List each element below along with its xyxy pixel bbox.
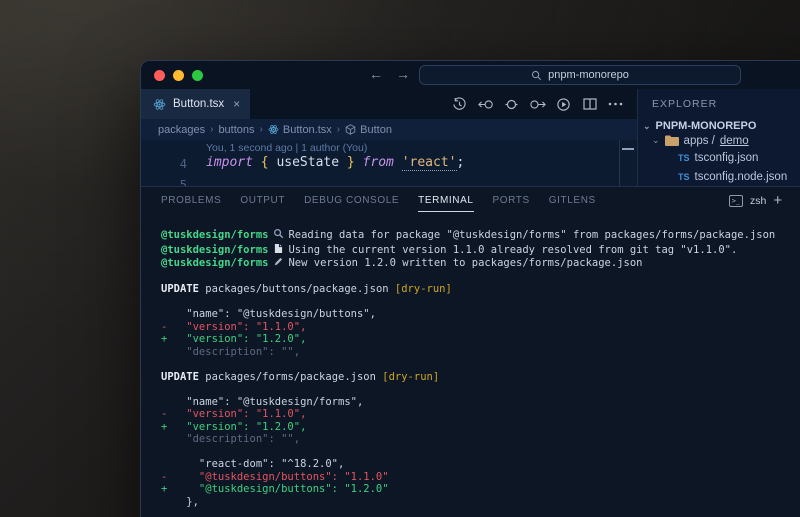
panel-tab-terminal[interactable]: TERMINAL: [418, 187, 473, 214]
explorer-header: EXPLORER: [638, 89, 800, 119]
line-number: 4: [169, 157, 187, 171]
chevron-down-icon: ⌄: [643, 121, 651, 132]
minimap[interactable]: [619, 140, 637, 186]
editor-actions: [451, 89, 637, 119]
terminal-line: UPDATE packages/buttons/package.json [dr…: [161, 283, 800, 296]
line-number: 5: [169, 178, 187, 186]
new-terminal-button[interactable]: +: [773, 192, 782, 209]
terminal-line: - "version": "1.1.0",: [161, 321, 800, 334]
minimize-window-button[interactable]: [173, 70, 184, 81]
play-circle-icon[interactable]: [555, 96, 572, 113]
nav-back-icon[interactable]: ←: [369, 66, 383, 82]
panel-tab-ports[interactable]: PORTS: [493, 187, 530, 214]
terminal-line: - "@tuskdesign/buttons": "1.1.0": [161, 471, 800, 484]
folder-name: demo: [720, 135, 749, 147]
circle-arrow-right-icon[interactable]: [529, 96, 546, 113]
terminal-line: + "@tuskdesign/buttons": "1.2.0": [161, 483, 800, 496]
breadcrumb-item-button-tsx[interactable]: Button.tsx: [268, 124, 332, 136]
panel-tab-output[interactable]: OUTPUT: [240, 187, 285, 214]
react-icon: [153, 98, 166, 111]
terminal-line: UPDATE packages/forms/package.json [dry-…: [161, 371, 800, 384]
terminal-line: [161, 358, 800, 371]
terminal-line: },: [161, 496, 800, 509]
symbol-cube-icon: [345, 124, 356, 135]
terminal-line: "react-dom": "^18.2.0",: [161, 458, 800, 471]
terminal-line: [161, 383, 800, 396]
tab-label: Button.tsx: [173, 98, 224, 110]
panel-tab-bar: PROBLEMS OUTPUT DEBUG CONSOLE TERMINAL PORTS…: [141, 187, 800, 214]
code-content: import { useState } from 'react';: [206, 155, 464, 170]
react-icon: [268, 124, 279, 135]
panel-tab-gitlens[interactable]: GITLENS: [549, 187, 596, 214]
breadcrumb: packages › buttons › Button.tsx › Button: [141, 119, 637, 140]
terminal-line: [161, 446, 800, 459]
chevron-down-icon: ⌄: [652, 135, 660, 146]
terminal-line: @tuskdesign/formsNew version 1.2.0 writt…: [161, 257, 800, 271]
terminal-output[interactable]: @tuskdesign/formsReading data for packag…: [141, 214, 800, 517]
vscode-window: ← → pnpm-monorepo Button.tsx ×: [140, 60, 800, 517]
terminal-line: [161, 271, 800, 284]
explorer-file-tsconfig-json[interactable]: TStsconfig.json: [638, 148, 800, 167]
close-window-button[interactable]: [154, 70, 165, 81]
explorer-file-tsconfig-node-json[interactable]: TStsconfig.node.json: [638, 167, 800, 186]
breadcrumb-item-button[interactable]: Button: [345, 124, 392, 136]
document-icon: [268, 243, 288, 258]
terminal-line: @tuskdesign/formsReading data for packag…: [161, 228, 800, 243]
more-icon[interactable]: [607, 96, 624, 113]
search-icon: [531, 70, 542, 81]
breadcrumb-separator: ›: [337, 124, 340, 135]
circle-icon[interactable]: [503, 96, 520, 113]
blame-annotation: You, 1 second ago | 1 author (You): [206, 142, 367, 154]
command-center-text: pnpm-monorepo: [548, 69, 629, 81]
main-row: Button.tsx × packages › buttons › Button.tsx…: [141, 89, 800, 187]
breadcrumb-separator: ›: [210, 124, 213, 135]
zoom-window-button[interactable]: [192, 70, 203, 81]
typescript-file-icon: TS: [678, 153, 690, 163]
terminal-line: @tuskdesign/formsUsing the current versi…: [161, 243, 800, 258]
editor-column: Button.tsx × packages › buttons › Button.tsx…: [141, 89, 638, 186]
terminal-line: [161, 296, 800, 309]
arrow-left-circle-icon[interactable]: [477, 96, 494, 113]
breadcrumb-item-buttons[interactable]: buttons: [218, 124, 254, 136]
pencil-icon: [268, 257, 288, 271]
explorer-files: TStsconfig.jsonTStsconfig.node.json: [638, 148, 800, 186]
history-icon[interactable]: [451, 96, 468, 113]
terminal-line: "name": "@tuskdesign/forms",: [161, 396, 800, 409]
command-center[interactable]: pnpm-monorepo: [419, 65, 741, 85]
typescript-file-icon: TS: [678, 172, 690, 182]
folder-path-prefix: apps /: [684, 135, 715, 147]
explorer-root-pnpm-monorepo[interactable]: ⌄ PNPM-MONOREPO: [638, 119, 800, 134]
panel-tab-problems[interactable]: PROBLEMS: [161, 187, 221, 214]
folder-icon: [665, 135, 679, 146]
breadcrumb-separator: ›: [260, 124, 263, 135]
magnifier-icon: [268, 228, 288, 243]
terminal-line: + "version": "1.2.0",: [161, 421, 800, 434]
terminal-controls: >_ zsh +: [729, 187, 782, 214]
terminal-line: "name": "@tuskdesign/buttons",: [161, 308, 800, 321]
terminal-shell-icon: >_: [729, 195, 743, 207]
editor[interactable]: You, 1 second ago | 1 author (You) 4 imp…: [141, 140, 637, 186]
shell-label[interactable]: zsh: [750, 195, 766, 207]
terminal-line: "description": "",: [161, 346, 800, 359]
terminal-line: "description": "",: [161, 433, 800, 446]
tab-close-icon[interactable]: ×: [233, 97, 240, 111]
panel-tab-debug-console[interactable]: DEBUG CONSOLE: [304, 187, 399, 214]
title-bar: ← → pnpm-monorepo: [141, 61, 800, 89]
minimap-line-mark: [622, 148, 634, 150]
editor-tab-bar: Button.tsx ×: [141, 89, 637, 119]
bottom-panel: PROBLEMS OUTPUT DEBUG CONSOLE TERMINAL PORTS…: [141, 187, 800, 517]
desktop: { "accent_colors": { "traffic_red": "#ff…: [0, 0, 800, 517]
explorer-folder-apps-demo[interactable]: ⌄ apps / demo: [638, 134, 800, 149]
terminal-line: + "version": "1.2.0",: [161, 333, 800, 346]
traffic-lights: [154, 70, 203, 81]
tab-button-tsx[interactable]: Button.tsx ×: [141, 89, 251, 119]
explorer-sidebar: EXPLORER ⌄ PNPM-MONOREPO ⌄ apps / demo T…: [638, 89, 800, 186]
code-line-5-clipped: 5: [141, 176, 637, 186]
terminal-line: - "version": "1.1.0",: [161, 408, 800, 421]
code-line-4: 4 import { useState } from 'react';: [141, 155, 637, 174]
split-editor-icon[interactable]: [581, 96, 598, 113]
root-label: PNPM-MONOREPO: [656, 120, 757, 132]
nav-forward-icon[interactable]: →: [396, 66, 410, 82]
breadcrumb-item-packages[interactable]: packages: [158, 124, 205, 136]
